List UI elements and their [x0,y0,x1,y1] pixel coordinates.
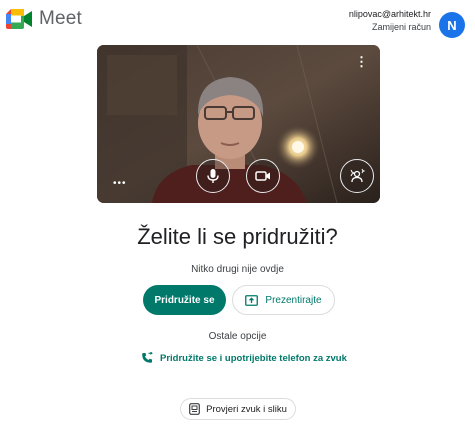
avatar[interactable]: N [439,12,465,38]
present-to-all-icon [245,294,259,306]
background-options-button[interactable]: ••• [113,178,127,189]
visual-effects-button[interactable] [340,159,374,193]
mic-icon [207,169,219,183]
check-av-icon [189,403,201,415]
video-preview: ⋮ ••• [97,45,380,203]
camera-feed-image [97,45,380,203]
page-title: Želite li se pridružiti? [137,224,338,249]
present-button-label: Prezentirajte [265,294,322,306]
more-horiz-icon: ••• [113,178,127,189]
join-with-phone-link[interactable]: Pridružite se i upotrijebite telefon za … [141,352,347,364]
switch-account-link[interactable]: Zamijeni račun [349,21,431,34]
meet-logo-icon [6,9,32,29]
check-audio-video-label: Provjeri zvuk i sliku [206,403,287,415]
phone-forwarded-icon [142,352,153,363]
join-with-phone-label: Pridružite se i upotrijebite telefon za … [160,352,347,364]
other-options-label: Ostale opcije [208,331,267,342]
account-email: nlipovac@arhitekt.hr [348,9,431,19]
meet-logo: Meet [6,8,82,30]
microphone-toggle-button[interactable] [196,159,230,193]
check-audio-video-button[interactable]: Provjeri zvuk i sliku [180,398,296,420]
participants-status: Nitko drugi nije ovdje [191,264,284,275]
join-button[interactable]: Pridružite se [143,285,226,315]
videocam-icon [255,171,270,181]
camera-toggle-button[interactable] [246,159,280,193]
more-vert-icon: ⋮ [355,54,368,69]
account-info: nlipovac@arhitekt.hr Zamijeni račun [349,8,431,34]
more-options-button[interactable]: ⋮ [355,55,368,68]
present-button[interactable]: Prezentirajte [232,285,335,315]
app-name: Meet [39,8,83,29]
visual-effects-icon [350,168,365,183]
